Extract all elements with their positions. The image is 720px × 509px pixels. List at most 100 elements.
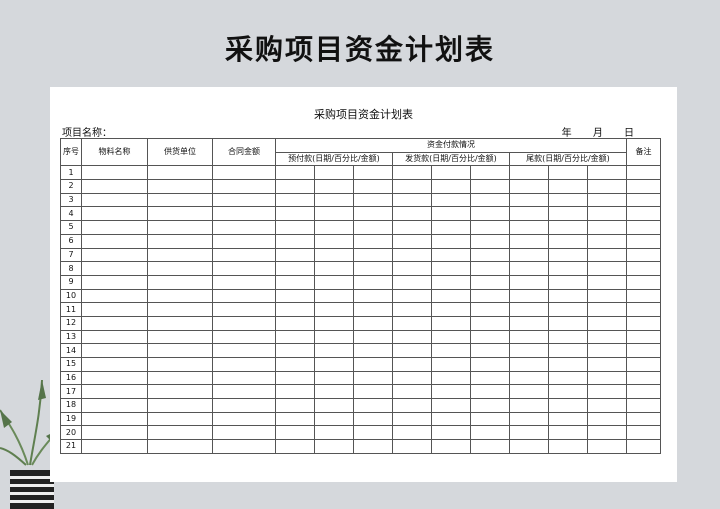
table-cell[interactable] <box>81 179 148 194</box>
table-cell[interactable] <box>392 179 432 194</box>
table-cell[interactable] <box>509 274 549 290</box>
table-cell[interactable] <box>353 288 393 304</box>
table-cell[interactable] <box>548 247 588 263</box>
table-cell[interactable] <box>548 179 588 194</box>
table-cell[interactable] <box>392 261 432 276</box>
table-cell[interactable] <box>212 233 276 249</box>
table-cell[interactable] <box>212 357 276 372</box>
table-cell[interactable] <box>548 288 588 304</box>
table-cell[interactable] <box>626 315 661 331</box>
table-cell[interactable] <box>81 425 148 441</box>
table-cell[interactable] <box>275 247 315 263</box>
table-cell[interactable] <box>470 220 510 235</box>
table-cell[interactable] <box>470 315 510 331</box>
table-cell[interactable] <box>587 179 627 194</box>
table-cell[interactable] <box>587 247 627 263</box>
table-cell[interactable] <box>275 192 315 208</box>
table-cell[interactable] <box>587 220 627 235</box>
table-cell[interactable] <box>314 261 354 276</box>
table-cell[interactable] <box>81 315 148 331</box>
table-cell[interactable] <box>470 411 510 427</box>
table-cell[interactable] <box>587 274 627 290</box>
table-cell[interactable] <box>81 302 148 317</box>
table-cell[interactable] <box>81 274 148 290</box>
table-cell[interactable] <box>314 329 354 345</box>
table-cell[interactable] <box>314 274 354 290</box>
table-cell[interactable] <box>147 329 213 345</box>
table-cell[interactable] <box>275 398 315 413</box>
table-cell[interactable] <box>431 165 471 181</box>
table-cell[interactable] <box>353 261 393 276</box>
table-cell[interactable] <box>470 233 510 249</box>
table-cell[interactable] <box>392 398 432 413</box>
table-cell[interactable] <box>587 425 627 441</box>
table-cell[interactable] <box>509 425 549 441</box>
table-cell[interactable] <box>470 343 510 358</box>
table-cell[interactable] <box>81 165 148 181</box>
table-cell[interactable] <box>548 425 588 441</box>
table-cell[interactable] <box>431 343 471 358</box>
table-cell[interactable] <box>548 357 588 372</box>
table-cell[interactable] <box>626 439 661 454</box>
table-cell[interactable] <box>212 398 276 413</box>
table-cell[interactable] <box>212 261 276 276</box>
table-cell[interactable] <box>314 220 354 235</box>
table-cell[interactable] <box>431 398 471 413</box>
table-cell[interactable] <box>431 220 471 235</box>
table-cell[interactable] <box>431 439 471 454</box>
table-cell[interactable] <box>392 165 432 181</box>
table-cell[interactable] <box>275 370 315 386</box>
table-cell[interactable] <box>509 329 549 345</box>
table-cell[interactable] <box>314 233 354 249</box>
table-cell[interactable] <box>626 425 661 441</box>
table-cell[interactable] <box>431 274 471 290</box>
table-cell[interactable] <box>587 302 627 317</box>
table-cell[interactable] <box>509 398 549 413</box>
table-cell[interactable] <box>626 329 661 345</box>
table-cell[interactable] <box>626 165 661 181</box>
table-cell[interactable] <box>509 302 549 317</box>
table-cell[interactable] <box>548 329 588 345</box>
table-cell[interactable] <box>392 206 432 222</box>
table-cell[interactable] <box>81 192 148 208</box>
table-cell[interactable] <box>212 192 276 208</box>
table-cell[interactable] <box>509 206 549 222</box>
table-cell[interactable] <box>470 206 510 222</box>
table-cell[interactable] <box>587 315 627 331</box>
table-cell[interactable] <box>81 370 148 386</box>
table-cell[interactable] <box>431 302 471 317</box>
table-cell[interactable] <box>509 439 549 454</box>
table-cell[interactable] <box>509 288 549 304</box>
table-cell[interactable] <box>212 439 276 454</box>
table-cell[interactable] <box>81 411 148 427</box>
table-cell[interactable] <box>587 439 627 454</box>
table-cell[interactable] <box>626 398 661 413</box>
table-cell[interactable] <box>509 261 549 276</box>
table-cell[interactable] <box>212 165 276 181</box>
table-cell[interactable] <box>81 357 148 372</box>
table-cell[interactable] <box>353 370 393 386</box>
table-cell[interactable] <box>548 315 588 331</box>
table-cell[interactable] <box>314 439 354 454</box>
table-cell[interactable] <box>147 192 213 208</box>
table-cell[interactable] <box>314 206 354 222</box>
table-cell[interactable] <box>509 384 549 400</box>
table-cell[interactable] <box>392 288 432 304</box>
table-cell[interactable] <box>587 165 627 181</box>
table-cell[interactable] <box>314 370 354 386</box>
table-cell[interactable] <box>626 343 661 358</box>
table-cell[interactable] <box>81 233 148 249</box>
table-cell[interactable] <box>212 247 276 263</box>
table-cell[interactable] <box>275 261 315 276</box>
table-cell[interactable] <box>212 315 276 331</box>
table-cell[interactable] <box>314 247 354 263</box>
table-cell[interactable] <box>509 220 549 235</box>
table-cell[interactable] <box>81 261 148 276</box>
table-cell[interactable] <box>147 220 213 235</box>
table-cell[interactable] <box>626 233 661 249</box>
table-cell[interactable] <box>509 233 549 249</box>
table-cell[interactable] <box>548 220 588 235</box>
table-cell[interactable] <box>314 343 354 358</box>
table-cell[interactable] <box>275 220 315 235</box>
table-cell[interactable] <box>314 398 354 413</box>
